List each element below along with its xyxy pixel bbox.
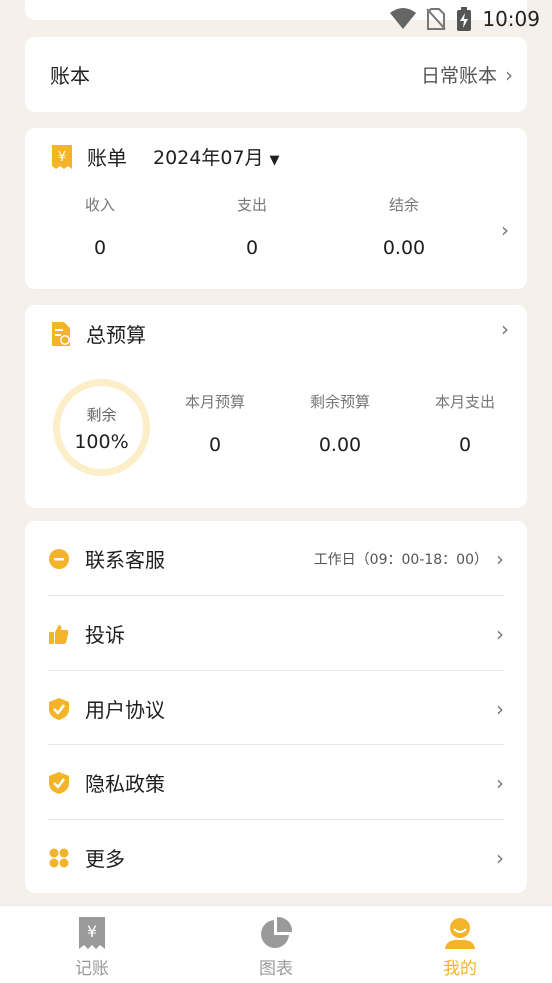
- chat-icon: [49, 548, 69, 569]
- bottom-nav: ¥ 记账 图表 我的: [0, 905, 552, 983]
- bill-title: 账单: [87, 146, 127, 170]
- bill-stat-expense: 支出 0: [192, 194, 312, 259]
- chevron-right-icon: ›: [496, 696, 504, 721]
- chevron-right-icon: ›: [505, 62, 513, 87]
- nav-tab-mine[interactable]: 我的: [400, 906, 520, 979]
- chevron-right-icon: ›: [496, 621, 504, 646]
- no-sim-icon: [426, 8, 447, 30]
- budget-remaining-ring: 剩余 100%: [53, 379, 150, 476]
- stat-value: 0: [93, 237, 107, 259]
- stat-label: 本月支出: [434, 393, 495, 411]
- stat-label: 支出: [236, 196, 267, 214]
- caret-down-icon: ▼: [269, 153, 280, 168]
- nav-label: 我的: [443, 959, 477, 979]
- stat-value: 0: [458, 434, 472, 456]
- shield-check-icon: [49, 697, 69, 720]
- menu-item-user-agreement[interactable]: 用户协议 ›: [48, 671, 504, 746]
- stat-label: 剩余预算: [309, 393, 370, 411]
- menu-item-contact-support[interactable]: 联系客服 工作日（09：00-18：00） ›: [48, 521, 504, 596]
- svg-text:¥: ¥: [58, 150, 66, 165]
- month-label: 2024年07月: [153, 147, 264, 169]
- menu-item-more[interactable]: 更多 ›: [48, 820, 504, 895]
- stat-label: 结余: [388, 196, 419, 214]
- ring-value: 100%: [74, 431, 129, 453]
- stat-value: 0: [245, 237, 259, 259]
- ledger-row[interactable]: 账本 日常账本 ›: [25, 37, 527, 112]
- chevron-right-icon: ›: [501, 218, 509, 242]
- menu-label: 更多: [85, 847, 125, 871]
- ring-label: 剩余: [86, 406, 117, 424]
- bill-stat-balance: 结余 0.00: [344, 194, 464, 259]
- nav-tab-bookkeeping[interactable]: ¥ 记账: [32, 906, 152, 979]
- budget-card[interactable]: 总预算 › 剩余 100% 本月预算 0 剩余预算 0.00 本月支出 0: [25, 305, 527, 508]
- bill-stat-income: 收入 0: [40, 194, 160, 259]
- stat-value: 0: [208, 434, 222, 456]
- user-icon: [445, 918, 475, 949]
- menu-label: 投诉: [85, 623, 125, 647]
- ledger-label: 账本: [50, 64, 90, 88]
- budget-header: 总预算: [50, 319, 146, 348]
- chevron-right-icon: ›: [496, 845, 504, 870]
- bill-card[interactable]: ¥ 账单 2024年07月 ▼ 收入 0 支出 0 结余 0.00 ›: [25, 128, 527, 289]
- month-selector[interactable]: 2024年07月 ▼: [153, 143, 280, 170]
- chevron-right-icon: ›: [501, 317, 509, 341]
- support-hours: 工作日（09：00-18：00）: [313, 551, 488, 568]
- chevron-right-icon: ›: [496, 770, 504, 795]
- pie-chart-icon: [261, 916, 293, 948]
- menu-item-complaint[interactable]: 投诉 ›: [48, 596, 504, 671]
- grid-icon: [49, 848, 69, 867]
- battery-charging-icon: [457, 7, 472, 31]
- menu-label: 隐私政策: [85, 772, 165, 796]
- budget-document-icon: [52, 321, 70, 346]
- nav-tab-charts[interactable]: 图表: [216, 906, 336, 979]
- yen-receipt-icon: ¥: [52, 144, 72, 169]
- chevron-right-icon: ›: [496, 546, 504, 571]
- stat-value: 0.00: [318, 434, 362, 456]
- status-time: 10:09: [482, 7, 540, 31]
- budget-title: 总预算: [86, 323, 146, 347]
- menu-label: 联系客服: [85, 548, 165, 572]
- stat-label: 收入: [84, 196, 115, 214]
- svg-text:¥: ¥: [87, 922, 97, 941]
- menu-label: 用户协议: [85, 698, 165, 722]
- stat-value: 0.00: [382, 237, 426, 259]
- budget-stat-monthly: 本月预算 0: [155, 391, 275, 456]
- status-bar: 10:09: [0, 0, 552, 38]
- nav-label: 记账: [75, 959, 109, 979]
- wifi-icon: [390, 8, 417, 29]
- nav-label: 图表: [259, 959, 293, 979]
- budget-stat-spent: 本月支出 0: [405, 391, 525, 456]
- ledger-value: 日常账本: [420, 65, 497, 87]
- stat-label: 本月预算: [184, 393, 245, 411]
- receipt-yen-icon: ¥: [79, 917, 105, 949]
- menu-card: 联系客服 工作日（09：00-18：00） › 投诉 › 用户协议 › 隐私政策…: [25, 521, 527, 893]
- menu-item-privacy-policy[interactable]: 隐私政策 ›: [48, 745, 504, 820]
- shield-check-icon: [49, 771, 69, 794]
- thumbs-up-icon: [49, 624, 69, 644]
- budget-stat-remaining: 剩余预算 0.00: [280, 391, 400, 456]
- bill-header: ¥ 账单 2024年07月 ▼: [50, 142, 280, 171]
